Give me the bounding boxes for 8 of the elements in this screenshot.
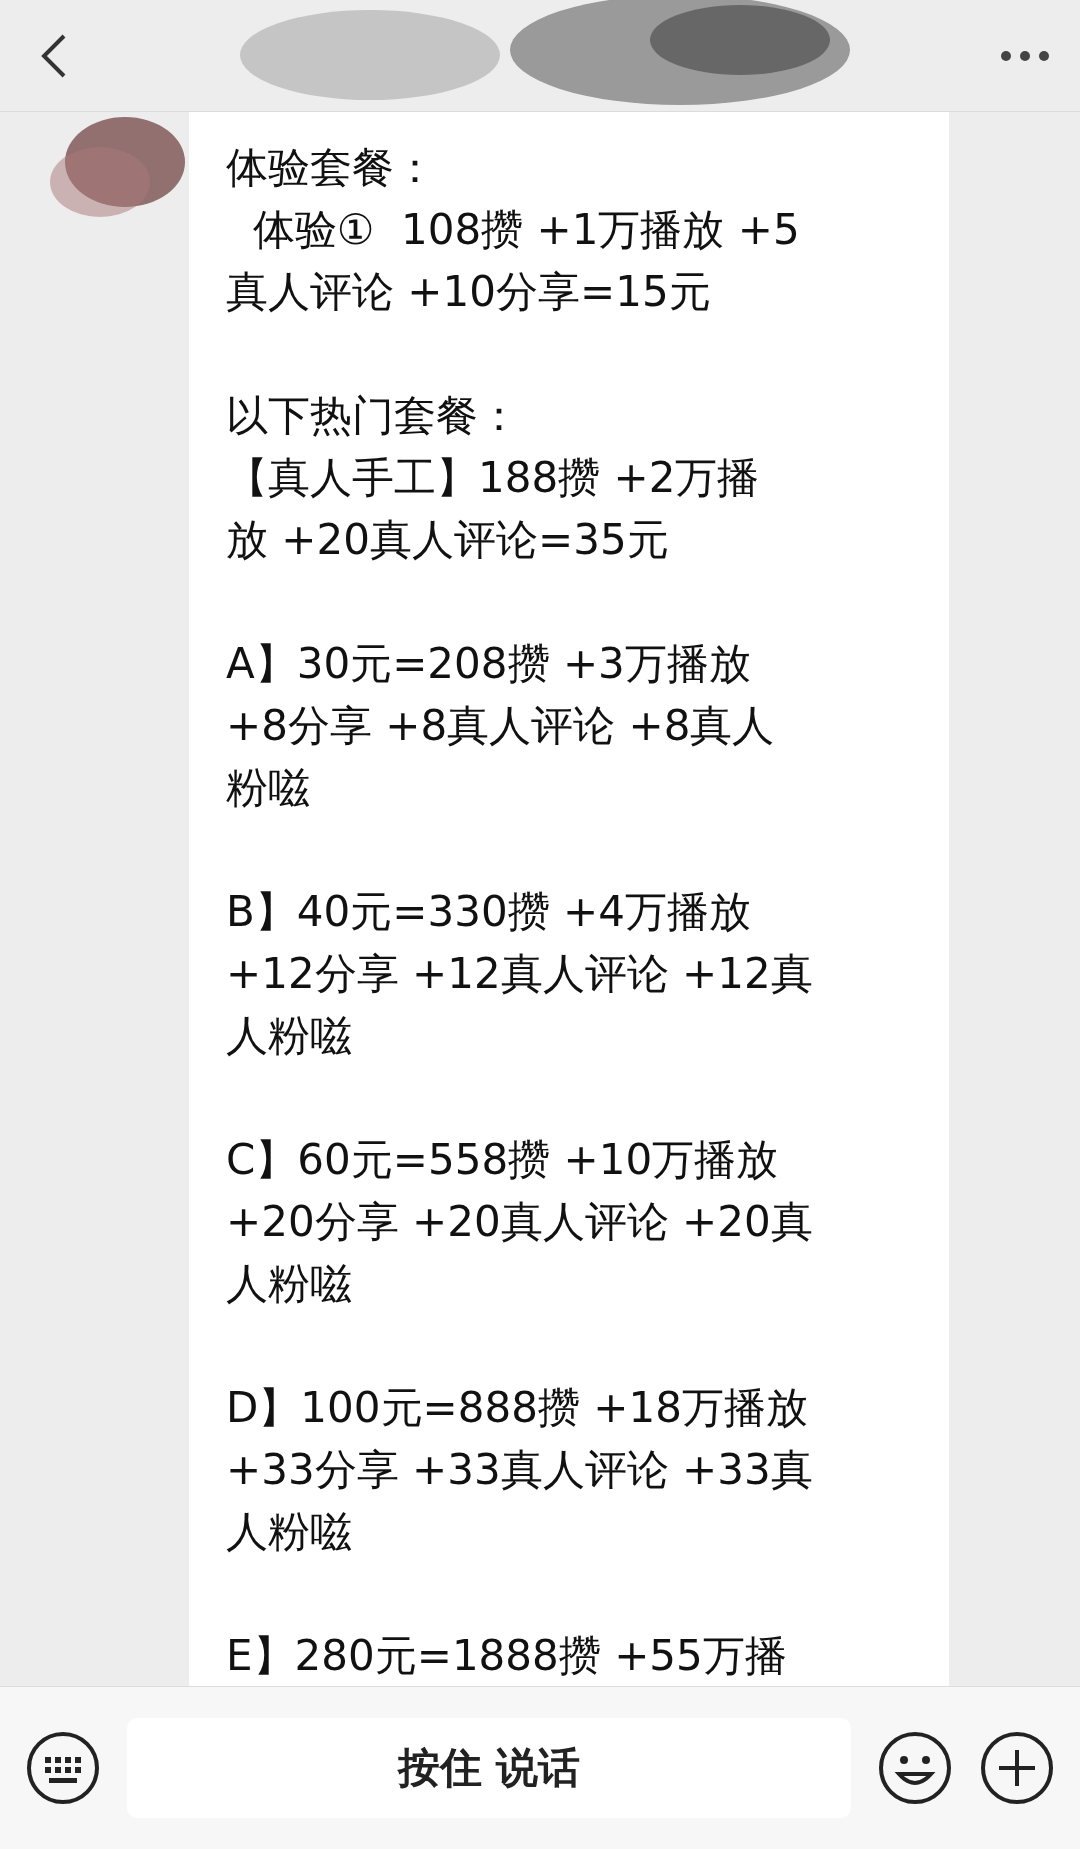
message-text: B】40元=330攒 +4万播放 +12分享 +12真人评论 +12真 人粉嗞 — [226, 886, 814, 1062]
message-text: E】280元=1888攒 +55万播 — [226, 1630, 788, 1682]
hold-to-talk-button[interactable]: 按住 说话 — [127, 1718, 851, 1818]
message-text: A】30元=208攒 +3万播放 +8分享 +8真人评论 +8真人 粉嗞 — [226, 638, 776, 814]
message-text: 以下热门套餐： 【真人手工】188攒 +2万播 放 +20真人评论=35元 — [226, 390, 761, 566]
message-text: 体验套餐： 体验① 108攒 +1万播放 +5 真人评论 +10分享=15元 — [226, 142, 801, 318]
message-text: D】100元=888攒 +18万播放 +33分享 +33真人评论 +33真 人粉嗞 — [226, 1382, 814, 1558]
message-text: C】60元=558攒 +10万播放 +20分享 +20真人评论 +20真 人粉嗞 — [226, 1134, 814, 1310]
